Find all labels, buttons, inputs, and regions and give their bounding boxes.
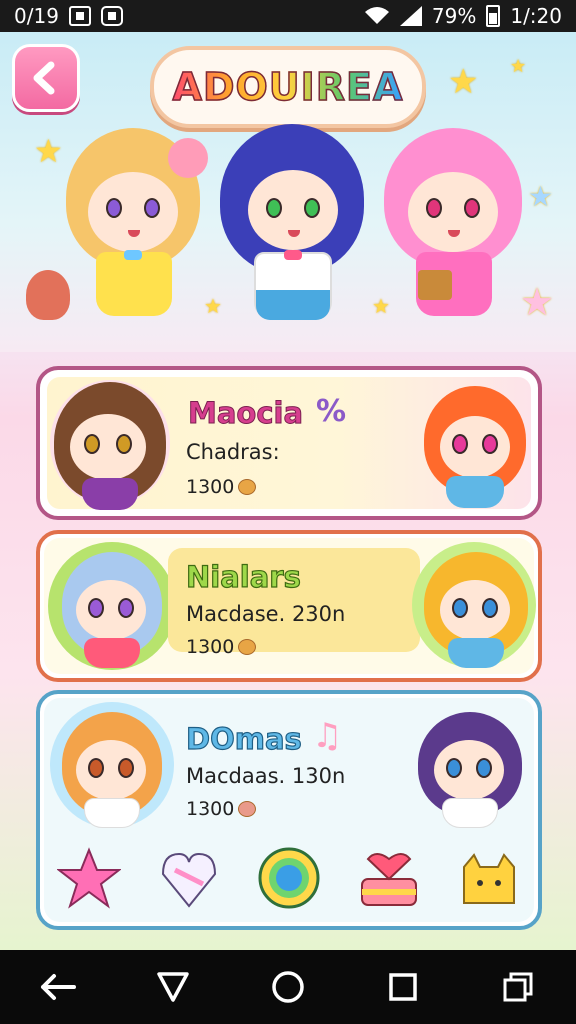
character-name: Maocia <box>187 396 304 431</box>
coin-icon <box>238 801 257 817</box>
coin-icon <box>238 639 257 655</box>
back-nav-icon[interactable] <box>28 957 88 1017</box>
wifi-icon <box>364 7 389 24</box>
ring-orb-icon[interactable] <box>254 843 324 913</box>
character-name: DOmas <box>185 721 302 756</box>
character-pink-hair[interactable] <box>378 120 528 330</box>
music-note-icon: ♫ <box>312 716 343 756</box>
status-bar: 0/19 79% 1/:20 <box>0 0 576 32</box>
navigation-bar <box>0 950 576 1024</box>
avatar-brown-hair <box>48 378 172 514</box>
app-screen: ADOUIREA ★ ★ ★ ★ ★ ★ ★ Maocia % Chadras:… <box>0 32 576 950</box>
battery-percent: 79% <box>431 4 477 28</box>
avatar-yellow-hair <box>422 548 530 674</box>
app-icon <box>100 6 123 26</box>
recent-square-icon[interactable] <box>373 957 433 1017</box>
star-item-icon[interactable] <box>54 843 124 913</box>
chevron-left-icon <box>33 61 55 95</box>
coin-icon <box>238 479 257 495</box>
character-detail: Chadras: <box>186 440 280 464</box>
home-circle-icon[interactable] <box>258 957 318 1017</box>
character-blonde[interactable] <box>58 120 208 330</box>
status-time: 1/:20 <box>510 4 562 28</box>
cake-heart-icon[interactable] <box>354 843 424 913</box>
star-icon: ★ <box>510 56 527 77</box>
signal-icon <box>399 6 422 26</box>
character-count: 1300 <box>186 476 257 498</box>
blob-creature-icon <box>26 270 70 320</box>
page-title: ADOUIREA <box>172 64 404 110</box>
character-count: 1300 <box>186 798 257 820</box>
battery-icon <box>486 5 501 27</box>
character-blue-hair[interactable] <box>212 114 372 332</box>
character-detail: Macdase. 230n <box>186 602 346 626</box>
item-row <box>54 840 524 916</box>
gallery-icon <box>68 6 91 26</box>
character-card-2[interactable]: Nialars Macdase. 230n 1300 <box>36 530 542 682</box>
heart-gem-icon[interactable] <box>154 843 224 913</box>
star-icon: ★ <box>448 62 479 102</box>
multiwindow-icon[interactable] <box>488 957 548 1017</box>
character-detail: Macdaas. 130n <box>186 764 346 788</box>
character-name: Nialars <box>185 559 301 594</box>
home-triangle-icon[interactable] <box>143 957 203 1017</box>
avatar-silver-hair <box>58 548 168 674</box>
percent-icon: % <box>316 394 347 429</box>
character-count: 1300 <box>186 636 257 658</box>
character-card-1[interactable]: Maocia % Chadras: 1300 <box>36 366 542 520</box>
avatar-ginger-hair <box>58 708 168 834</box>
avatar-orange-hair <box>420 382 530 512</box>
cat-charm-icon[interactable] <box>454 843 524 913</box>
status-left-text: 0/19 <box>14 4 59 28</box>
back-button[interactable] <box>12 44 80 112</box>
avatar-purple-hair <box>414 708 526 834</box>
star-icon: ★ <box>528 180 554 213</box>
character-card-3[interactable]: DOmas ♫ Macdaas. 130n 1300 <box>36 690 542 930</box>
